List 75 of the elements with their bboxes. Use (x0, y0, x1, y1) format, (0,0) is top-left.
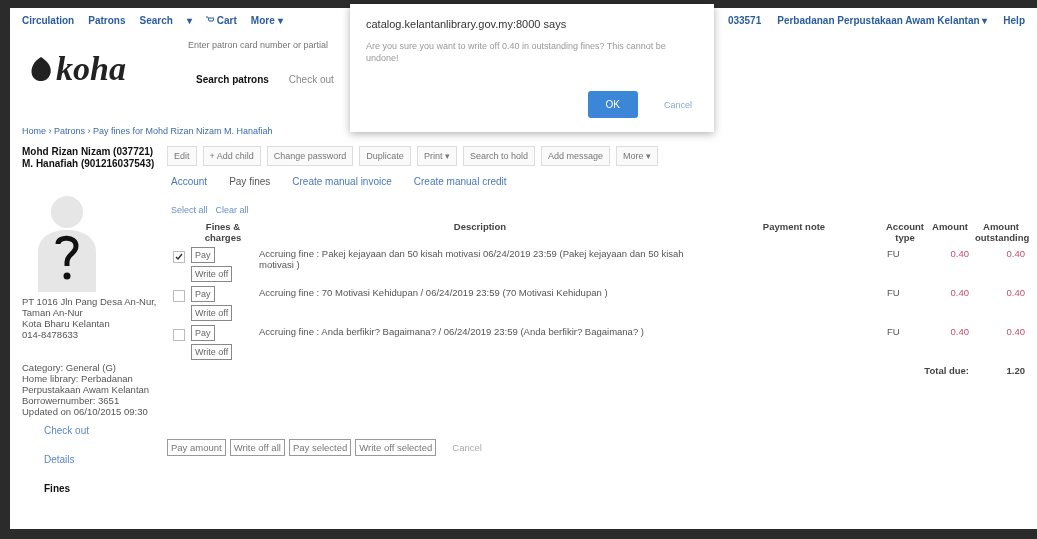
amount-cell-text: 0.40 (949, 286, 970, 300)
nav-link[interactable]: Search (139, 14, 173, 26)
side-nav-link[interactable]: Details (44, 454, 157, 465)
outstanding-cell-text: 0.40 (1005, 286, 1026, 300)
account-type-cell-text: FU (886, 247, 901, 261)
pay-button[interactable]: Pay (191, 247, 215, 263)
nav-link[interactable]: ▾ (186, 14, 192, 26)
column-header: Payment note (761, 220, 827, 234)
toolbar-button[interactable]: + Add child (202, 146, 261, 166)
cart-icon (205, 16, 214, 24)
column-header: Fines & charges (203, 220, 243, 245)
ok-button[interactable]: OK (587, 91, 638, 118)
toolbar-button[interactable]: Search to hold (462, 146, 535, 166)
toolbar-button[interactable]: Change password (266, 146, 354, 166)
nav-link[interactable]: Circulation (22, 14, 75, 26)
column-header: Description (452, 220, 508, 234)
pay-button[interactable]: Pay (191, 325, 215, 341)
outstanding-cell-text: 0.40 (1005, 325, 1026, 339)
user-menu[interactable]: 033571 (727, 14, 762, 26)
help-link[interactable]: Help (1003, 14, 1025, 26)
dialog-message: Are you sure you want to write off 0.40 in outstanding fines? This cannot be undone! (366, 40, 667, 64)
search-tab[interactable]: Check out (278, 68, 344, 91)
outstanding-cell-text: 0.40 (1005, 247, 1026, 261)
column-header: Account type (885, 220, 925, 245)
description-cell-text: Accruing fine : Pakej kejayaan dan 50 kisah motivasi 06/24/2019 23:59 (Pakej kejayaan dan 50 kisah motivasi ) (258, 247, 685, 272)
write-off-button[interactable]: Write off (191, 266, 233, 282)
tab[interactable]: Create manual invoice (292, 176, 392, 187)
row-checkbox[interactable] (173, 290, 185, 302)
account-type-cell-text: FU (886, 325, 901, 339)
dialog-cancel-button[interactable]: Cancel (658, 98, 698, 111)
breadcrumb: Home › Patrons › Pay fines for Mohd Rizan Nizam M. Hanafiah (21, 125, 274, 138)
action-button[interactable]: Pay amount (167, 439, 226, 456)
amount-cell-text: 0.40 (949, 325, 970, 339)
toolbar-button[interactable]: Duplicate (359, 146, 411, 166)
row-checkbox[interactable] (173, 251, 185, 263)
action-button[interactable]: Pay selected (288, 439, 352, 456)
amount-cell-text: 0.40 (949, 247, 970, 261)
select-link[interactable]: Clear all (215, 205, 249, 215)
write-off-button[interactable]: Write off (191, 344, 233, 360)
toolbar-button[interactable]: More ▾ (616, 146, 658, 166)
row-checkbox[interactable] (173, 329, 185, 341)
column-header: Amount (931, 220, 969, 234)
patron-name: Mohd Rizan Nizam (037721) M. Hanafiah (901216037543) (22, 146, 156, 170)
tab[interactable]: Account (171, 176, 208, 187)
side-nav-link[interactable]: Check out (44, 425, 157, 436)
nav-link[interactable]: Patrons (88, 14, 126, 26)
patron-detail: Category: General (G) (22, 362, 117, 373)
patron-detail: Borrowernumber: 3651 (22, 395, 121, 406)
patron-detail: Updated on 06/10/2015 09:30 (22, 406, 149, 417)
dialog-title: catalog.kelantanlibrary.gov.my:8000 says (366, 18, 568, 30)
logo-text: koha (56, 50, 126, 88)
nav-link[interactable]: More ▾ (250, 14, 283, 26)
action-button[interactable]: Write off selected (355, 439, 437, 456)
patron-detail: Home library: Perbadanan Perpustakaan Awam Kelantan (22, 373, 151, 395)
total-amount: 1.20 (1005, 364, 1026, 378)
column-header: Amount outstanding (974, 220, 1029, 245)
account-type-cell-text: FU (886, 286, 901, 300)
description-cell-text: Accruing fine : Anda berfikir? Bagaimana? / 06/24/2019 23:59 (Anda berfikir? Bagaimana? ) (258, 325, 645, 339)
address-line: Kota Bharu Kelantan (22, 318, 111, 329)
address-line: 014-8478633 (22, 329, 79, 340)
tab[interactable]: Create manual credit (413, 176, 507, 187)
description-cell-text: Accruing fine : 70 Motivasi Kehidupan / 06/24/2019 23:59 (70 Motivasi Kehidupan ) (258, 286, 609, 300)
toolbar-button[interactable]: Edit (167, 146, 197, 166)
toolbar-button[interactable]: Print ▾ (416, 146, 457, 166)
total-label: Total due: (923, 364, 970, 378)
write-off-button[interactable]: Write off (191, 305, 233, 321)
nav-link[interactable]: Cart (216, 14, 237, 26)
action-button[interactable]: Write off all (229, 439, 285, 456)
toolbar-button[interactable]: Add message (540, 146, 610, 166)
select-link[interactable]: Select all (171, 205, 208, 215)
address-line: PT 1016 Jln Pang Desa An-Nur, Taman An-Nur (22, 296, 157, 318)
branch-menu[interactable]: Perbadanan Perpustakaan Awam Kelantan ▾ (777, 14, 988, 26)
pay-button[interactable]: Pay (191, 286, 215, 302)
tab[interactable]: Pay fines (229, 176, 271, 187)
side-nav-link[interactable]: Fines (44, 483, 157, 494)
